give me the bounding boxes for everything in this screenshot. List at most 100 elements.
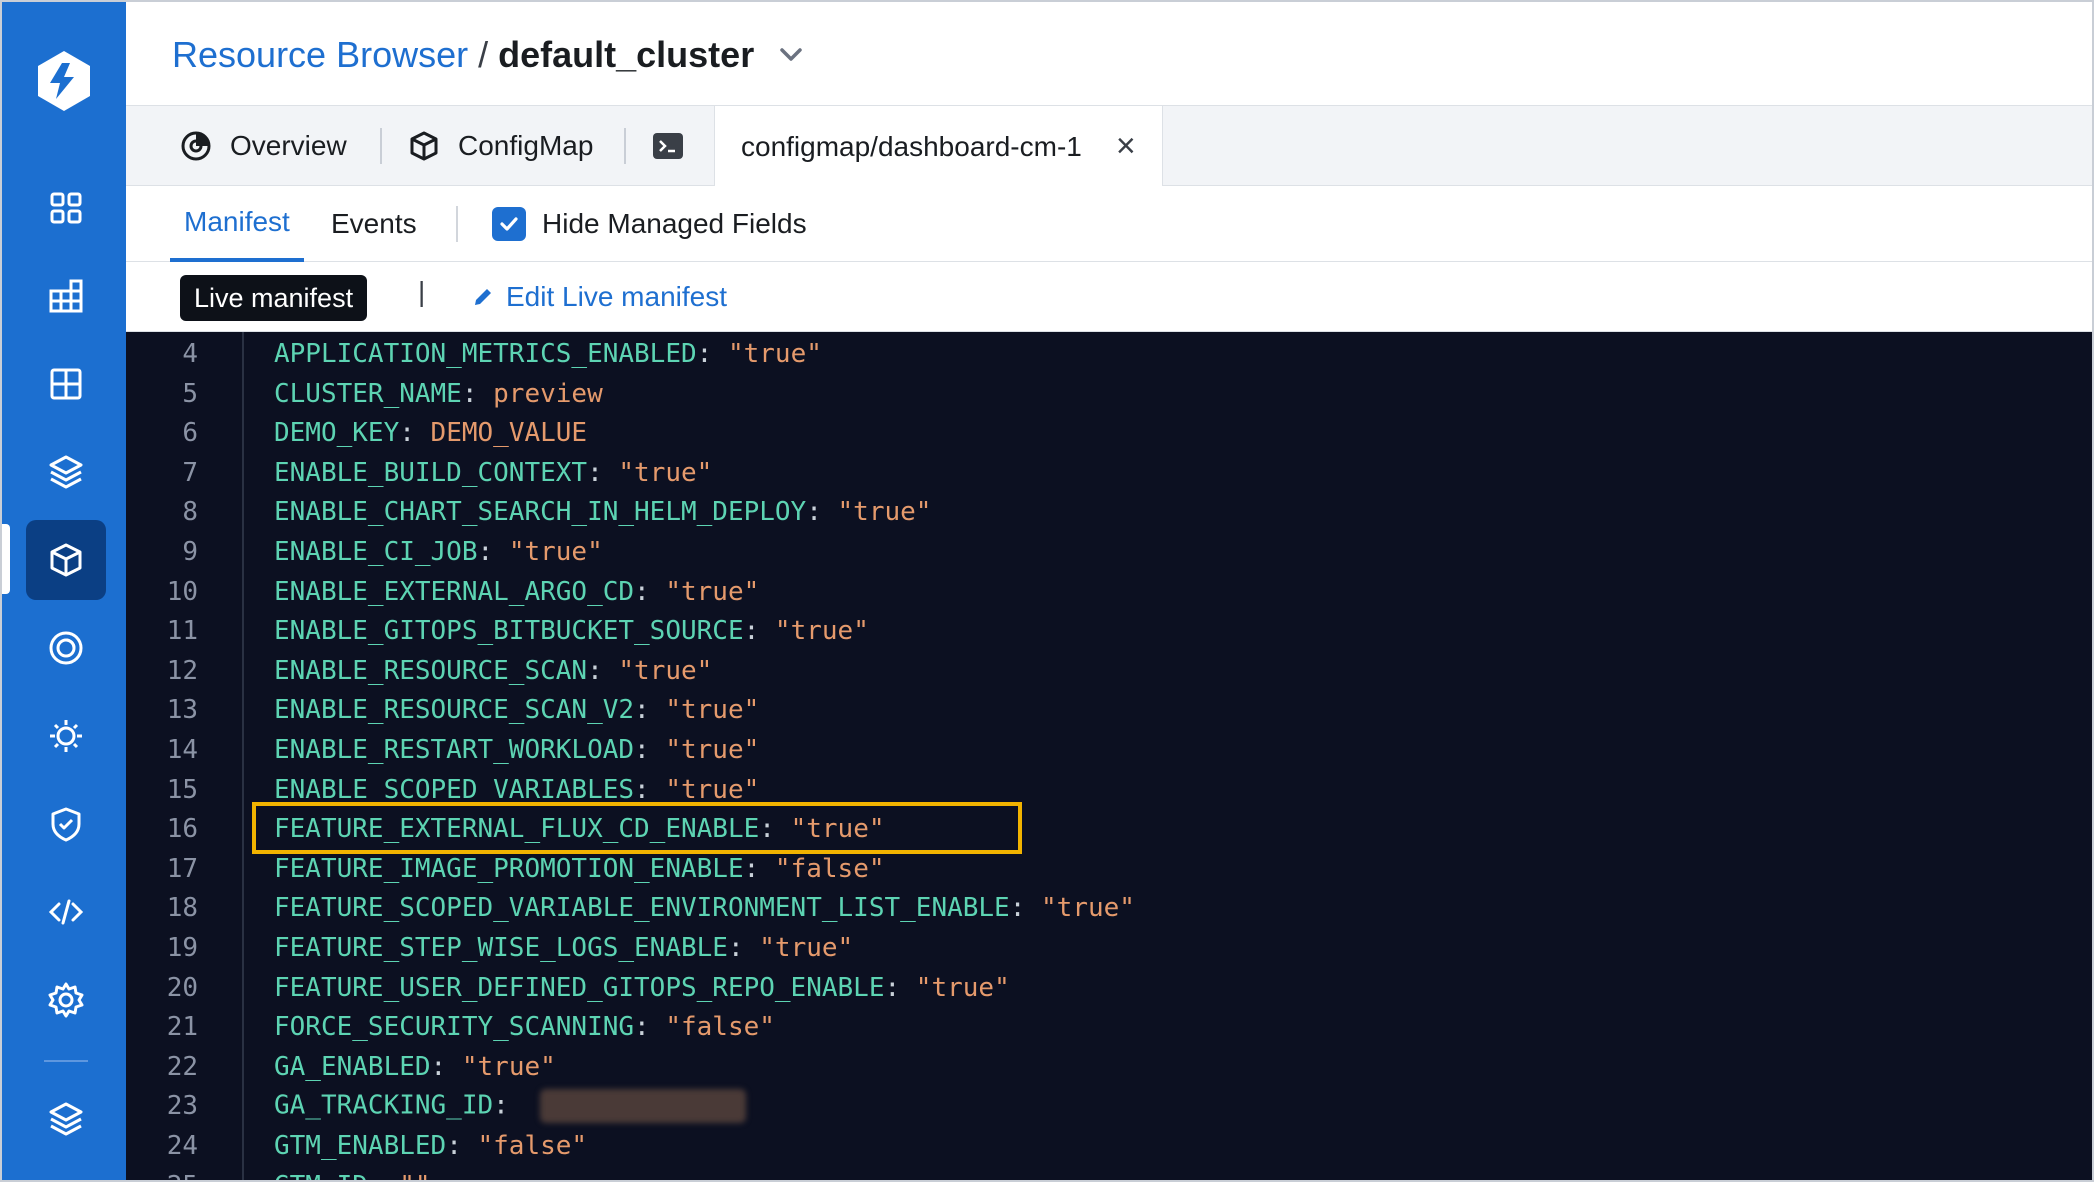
- yaml-colon: :: [743, 853, 775, 884]
- yaml-key: ENABLE_RESOURCE_SCAN_V2: [274, 695, 635, 726]
- breadcrumb-resource-browser[interactable]: Resource Browser: [172, 34, 468, 76]
- line-number: 10: [166, 576, 198, 607]
- sidebar-item-policies[interactable]: [26, 784, 106, 864]
- code-content: ENABLE_CI_JOB: "true": [274, 537, 603, 567]
- tab-terminal[interactable]: [652, 106, 702, 186]
- yaml-colon: :: [884, 972, 916, 1003]
- yaml-value: "true": [665, 735, 760, 765]
- yaml-key: GA_ENABLED: [274, 1051, 431, 1082]
- line-number: 4: [182, 339, 198, 369]
- table-icon: [50, 368, 82, 400]
- code-line: 5 CLUSTER_NAME: preview: [126, 374, 2092, 414]
- code-line: 10 ENABLE_EXTERNAL_ARGO_CD: "true": [126, 572, 2092, 612]
- chevron-down-icon[interactable]: [776, 40, 806, 70]
- code-line: 22 GA_ENABLED: "true": [126, 1047, 2092, 1087]
- edit-live-manifest-label: Edit Live manifest: [506, 281, 727, 312]
- line-number: 7: [182, 457, 198, 488]
- yaml-key: ENABLE_RESOURCE_SCAN: [274, 655, 588, 686]
- line-number: 18: [166, 893, 198, 924]
- tab-active-label: configmap/dashboard-cm-1: [741, 130, 1082, 162]
- yaml-key: ENABLE_CHART_SEARCH_IN_HELM_DEPLOY: [274, 497, 807, 528]
- yaml-value: DEMO_VALUE: [430, 418, 588, 449]
- code-content: ENABLE_RESTART_WORKLOAD: "true": [274, 735, 759, 765]
- yaml-value: "true": [759, 933, 854, 963]
- code-line: 12 ENABLE_RESOURCE_SCAN: "true": [126, 651, 2092, 691]
- shield-icon: [51, 807, 81, 842]
- sidebar-item-overview[interactable]: [26, 168, 106, 248]
- code-line: 14 ENABLE_RESTART_WORKLOAD: "true": [126, 730, 2092, 770]
- yaml-key: ENABLE_RESTART_WORKLOAD: [274, 735, 635, 765]
- manifest-toolbar: Live manifest | Edit Live manifest: [126, 262, 2092, 332]
- yaml-colon: :: [743, 616, 775, 647]
- cube-icon: [408, 130, 440, 162]
- sidebar-item-stack[interactable]: [26, 1078, 106, 1158]
- yaml-key: FORCE_SECURITY_SCANNING: [274, 1012, 635, 1043]
- tab-overview-label: Overview: [230, 130, 347, 161]
- yaml-colon: :: [727, 933, 760, 963]
- sidebar-item-deployment-charts[interactable]: [26, 608, 106, 688]
- sidebar-item-security[interactable]: [26, 696, 106, 776]
- sidebar-item-applications[interactable]: [26, 256, 106, 336]
- code-content: FORCE_SECURITY_SCANNING: "false": [274, 1012, 775, 1042]
- subtab-manifest[interactable]: Manifest: [170, 186, 304, 262]
- overview-icon: [180, 130, 212, 162]
- yaml-colon: :: [806, 497, 838, 528]
- close-icon[interactable]: ×: [1116, 127, 1136, 166]
- yaml-key: ENABLE_BUILD_CONTEXT: [274, 457, 588, 488]
- sun-icon: [50, 720, 82, 752]
- page-header: Resource Browser / default_cluster: [126, 2, 2092, 106]
- code-content: ENABLE_RESOURCE_SCAN_V2: "true": [274, 695, 759, 725]
- code-line: 18 FEATURE_SCOPED_VARIABLE_ENVIRONMENT_LI…: [126, 888, 2092, 928]
- code-content: FEATURE_USER_DEFINED_GITOPS_REPO_ENABLE:…: [274, 973, 1010, 1003]
- subtab-events[interactable]: Events: [331, 186, 417, 262]
- yaml-colon: :: [634, 1012, 666, 1043]
- gear-icon: [48, 982, 84, 1018]
- stack-icon: [49, 1102, 83, 1136]
- tab-configmap-dashboard[interactable]: configmap/dashboard-cm-1 ×: [714, 106, 1163, 187]
- yaml-colon: :: [493, 1090, 525, 1121]
- yaml-colon: :: [477, 537, 509, 567]
- line-number: 23: [166, 1091, 198, 1122]
- code-content: GA_ENABLED: "true": [274, 1052, 556, 1082]
- tab-overview[interactable]: Overview: [180, 106, 347, 186]
- cluster-name[interactable]: default_cluster: [498, 34, 754, 76]
- code-content: ENABLE_RESOURCE_SCAN: "true": [274, 656, 712, 686]
- live-manifest-button[interactable]: Live manifest: [180, 275, 368, 321]
- line-number: 14: [166, 735, 198, 765]
- cube-icon: [50, 543, 82, 577]
- sidebar-item-code[interactable]: [26, 872, 106, 952]
- tab-configmap-label: ConfigMap: [458, 130, 594, 161]
- code-content: ENABLE_BUILD_CONTEXT: "true": [274, 458, 712, 488]
- yaml-key: FEATURE_USER_DEFINED_GITOPS_REPO_ENABLE: [274, 972, 885, 1003]
- sidebar-item-app-groups[interactable]: [26, 344, 106, 424]
- line-number: 6: [182, 418, 198, 449]
- line-number: 22: [166, 1051, 198, 1082]
- code-editor[interactable]: 4 APPLICATION_METRICS_ENABLED: "true" 5 CLU…: [126, 332, 2092, 1180]
- checkbox-checked-icon[interactable]: [492, 207, 526, 241]
- devtron-logo-icon[interactable]: [32, 46, 96, 116]
- yaml-key: ENABLE_CI_JOB: [274, 537, 478, 567]
- edit-live-manifest-button[interactable]: Edit Live manifest: [472, 274, 727, 320]
- code-line: 8 ENABLE_CHART_SEARCH_IN_HELM_DEPLOY: "tr…: [126, 492, 2092, 532]
- line-number: 12: [166, 655, 198, 686]
- resource-tabs: Overview ConfigMap configmap/dashboard-c…: [126, 106, 2092, 187]
- hide-managed-fields-toggle[interactable]: Hide Managed Fields: [492, 186, 807, 262]
- yaml-colon: :: [634, 735, 666, 765]
- code-line: 25 GTM_ID: "": [126, 1166, 2092, 1180]
- sidebar-item-charts[interactable]: [26, 432, 106, 512]
- yaml-key: GTM_ENABLED: [274, 1131, 447, 1161]
- line-number: 25: [126, 1171, 198, 1180]
- target-icon: [49, 631, 83, 665]
- sidebar-item-settings[interactable]: [26, 960, 106, 1040]
- line-number: 19: [166, 933, 198, 963]
- line-number: 13: [166, 695, 198, 726]
- code-line: 11 ENABLE_GITOPS_BITBUCKET_SOURCE: "true": [126, 611, 2092, 651]
- tab-configmap[interactable]: ConfigMap: [408, 106, 593, 186]
- line-number: 24: [166, 1131, 198, 1161]
- yaml-value: "false": [774, 853, 885, 884]
- yaml-value: "true": [618, 457, 713, 488]
- yaml-value: preview: [493, 378, 603, 409]
- code-content: GA_TRACKING_ID:: [274, 1089, 747, 1124]
- highlight-box: [252, 802, 1022, 854]
- sidebar-item-resource-browser[interactable]: [26, 520, 106, 600]
